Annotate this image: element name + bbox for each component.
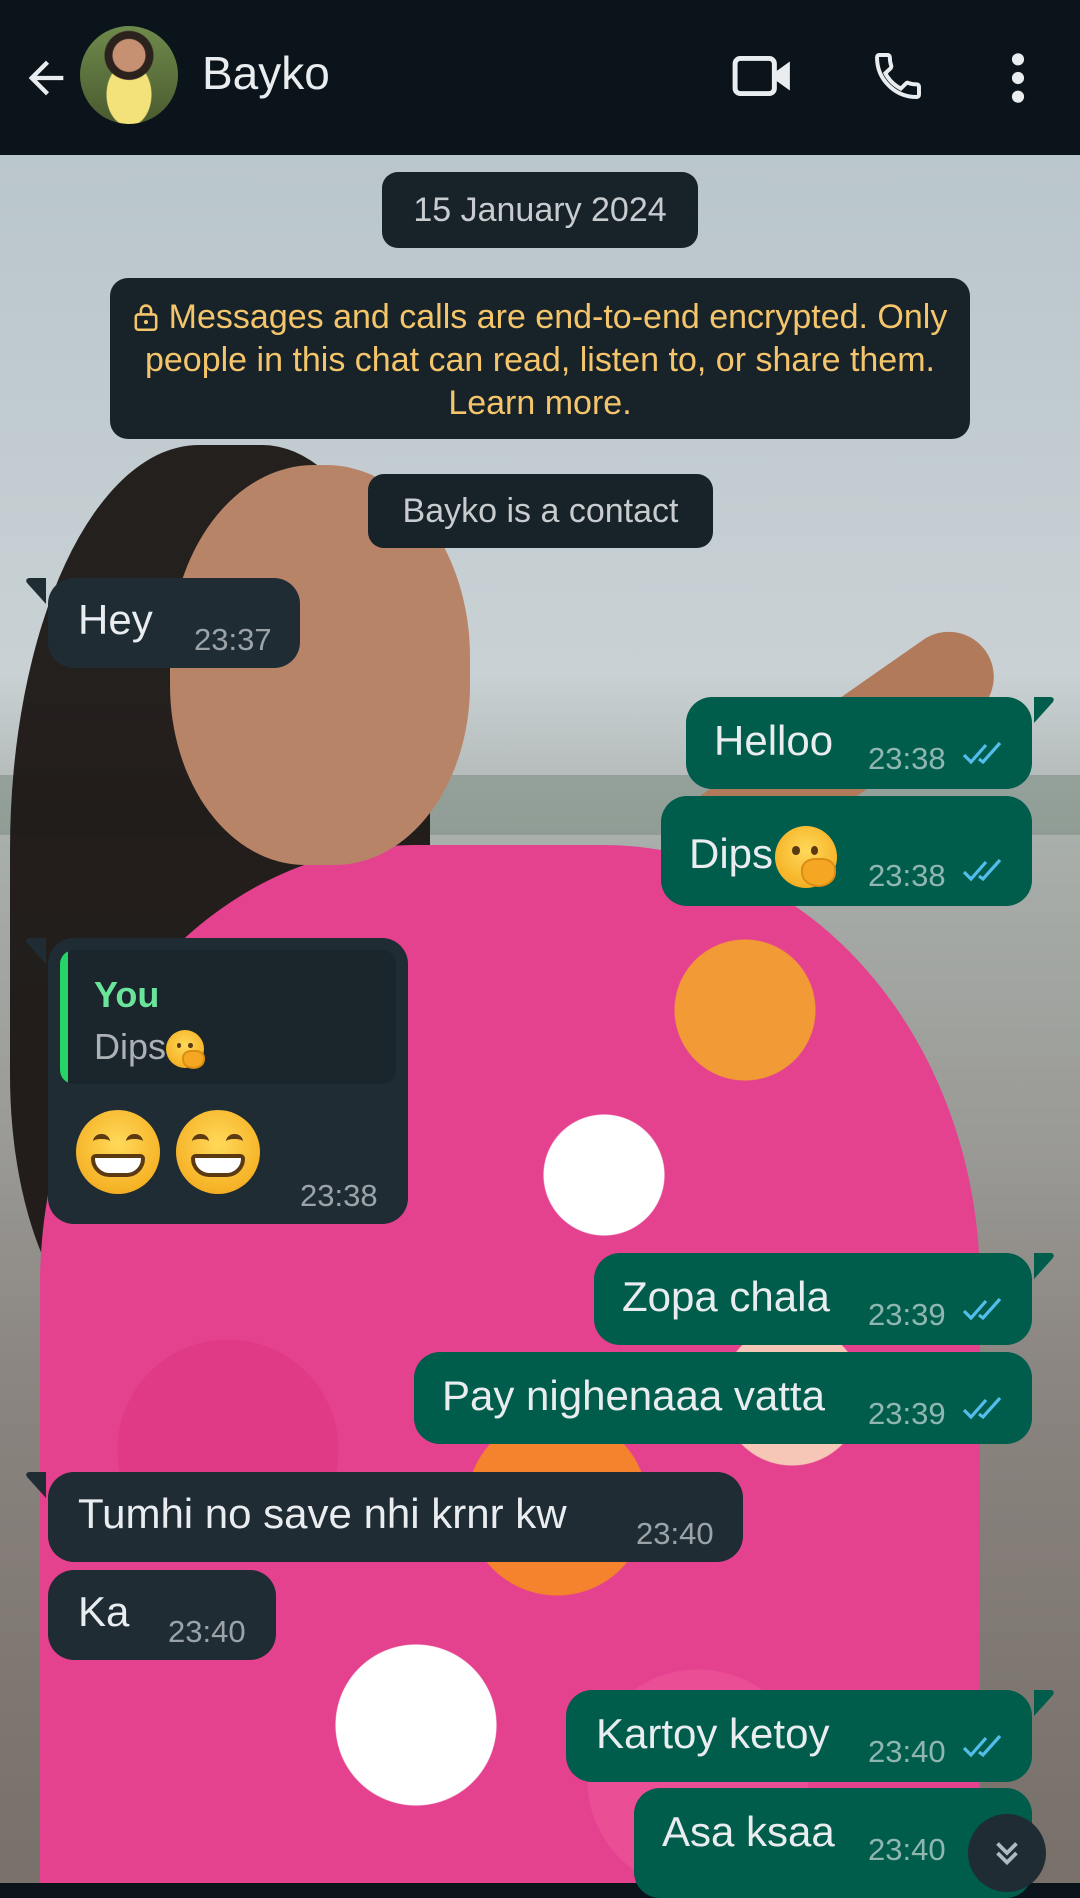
contact-name[interactable]: Bayko (202, 46, 330, 100)
message-time: 23:40 (168, 1614, 246, 1649)
back-arrow-icon[interactable] (20, 52, 72, 104)
hand-over-mouth-emoji (166, 1030, 205, 1070)
message-text: Kartoy ketoy (596, 1710, 830, 1757)
read-receipt-icon (962, 1734, 1002, 1758)
message-time: 23:39 (868, 1297, 946, 1332)
contact-notice: Bayko is a contact (368, 474, 713, 548)
message-text: Helloo (714, 717, 834, 764)
read-receipt-icon (962, 1297, 1002, 1321)
message-time: 23:38 (868, 741, 946, 776)
bubble-tail (1014, 697, 1054, 723)
bubble-tail (1014, 1690, 1054, 1716)
message-time: 23:37 (194, 622, 272, 657)
message-text: Tumhi no save nhi krnr kw (78, 1490, 567, 1537)
message-text-content: Dips (689, 830, 774, 878)
quote-bar (60, 950, 68, 1084)
quoted-text-content: Dips (94, 1026, 167, 1067)
message-text: Hey (78, 596, 153, 643)
grinning-face-emoji (175, 1110, 260, 1194)
message-time: 23:40 (868, 1734, 946, 1769)
message-time: 23:38 (868, 858, 946, 893)
read-receipt-icon (962, 858, 1002, 882)
more-options-icon[interactable] (1005, 50, 1031, 106)
encryption-text: Messages and calls are end-to-end encryp… (144, 298, 948, 422)
read-receipt-icon (962, 1396, 1002, 1420)
quoted-author: You (94, 974, 160, 1015)
emoji-message (76, 1110, 260, 1194)
message-bubble-outgoing[interactable]: Helloo 23:38 (686, 697, 1054, 789)
grinning-face-emoji (76, 1110, 160, 1194)
message-bubble-outgoing[interactable]: Kartoy ketoy 23:40 (566, 1690, 1054, 1782)
bubble-tail (1014, 1253, 1054, 1279)
encryption-notice[interactable]: Messages and calls are end-to-end encryp… (110, 278, 970, 439)
message-bubble-outgoing[interactable]: Dips 23:38 (661, 796, 1032, 906)
message-bubble-incoming[interactable]: Hey 23:37 (26, 578, 300, 668)
quoted-text: Dips (94, 1026, 205, 1070)
message-time: 23:40 (868, 1832, 946, 1867)
message-text: Zopa chala (622, 1273, 830, 1320)
bubble-tail (26, 578, 66, 604)
scroll-to-bottom-button[interactable] (968, 1814, 1046, 1892)
quoted-message[interactable]: You Dips (60, 950, 396, 1084)
double-chevron-down-icon (996, 1842, 1018, 1866)
message-bubble-outgoing[interactable]: Pay nighenaaa vatta 23:39 (414, 1352, 1032, 1444)
message-text: Ka (78, 1588, 130, 1635)
message-bubble-outgoing[interactable]: Zopa chala 23:39 (594, 1253, 1054, 1345)
message-time: 23:40 (636, 1516, 714, 1551)
message-time: 23:38 (300, 1178, 378, 1213)
chat-header: Bayko (0, 0, 1080, 155)
hand-over-mouth-emoji (775, 826, 838, 888)
date-chip: 15 January 2024 (382, 172, 698, 248)
message-bubble-incoming-reply[interactable]: You Dips 23:38 (26, 938, 408, 1224)
message-time: 23:39 (868, 1396, 946, 1431)
phone-icon[interactable] (870, 48, 926, 104)
message-text: Dips (689, 826, 838, 888)
lock-icon (134, 304, 158, 331)
avatar[interactable] (80, 26, 178, 124)
read-receipt-icon (962, 741, 1002, 765)
video-call-icon[interactable] (732, 50, 794, 102)
bubble-tail (26, 1472, 66, 1498)
message-text: Asa ksaa (662, 1808, 835, 1855)
message-text: Pay nighenaaa vatta (442, 1372, 825, 1419)
message-bubble-incoming[interactable]: Ka 23:40 (48, 1570, 276, 1660)
message-bubble-incoming[interactable]: Tumhi no save nhi krnr kw 23:40 (26, 1472, 743, 1562)
